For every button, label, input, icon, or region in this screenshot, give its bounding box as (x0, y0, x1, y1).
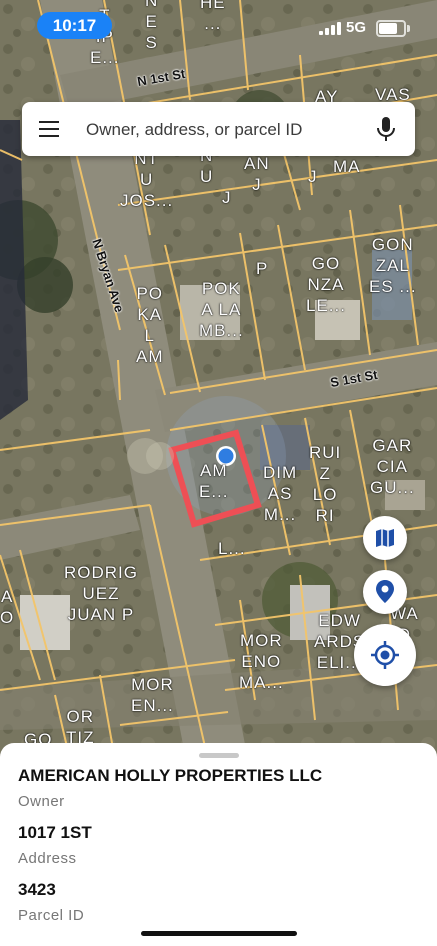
parcel-label[interactable]: DIM AS M... (263, 462, 297, 525)
parcel-label[interactable]: MA (333, 156, 361, 177)
my-location-icon (371, 641, 399, 669)
map-layers-icon (376, 529, 394, 547)
menu-icon[interactable] (39, 121, 59, 137)
owner-value: AMERICAN HOLLY PROPERTIES LLC (18, 766, 323, 785)
microphone-icon[interactable] (374, 116, 398, 142)
parcel-label[interactable]: GO NZA LE... (306, 253, 346, 316)
parcel-label[interactable]: A O (0, 586, 14, 628)
home-indicator[interactable] (141, 931, 297, 936)
parcel-id-value: 3423 (18, 880, 56, 899)
parcel-label[interactable]: RODRIG UEZ JUAN P (64, 562, 138, 625)
selected-parcel-label[interactable]: AM E... (199, 460, 229, 502)
search-input[interactable] (84, 114, 368, 146)
parcel-label[interactable]: L... (218, 538, 246, 559)
battery-icon (376, 20, 410, 37)
map-layers-button[interactable] (363, 516, 407, 560)
status-bar: 10:17 5G (0, 0, 437, 48)
owner-label: Owner (18, 793, 65, 810)
parcel-label[interactable]: J (308, 166, 318, 187)
cellular-signal-icon (319, 22, 341, 35)
parcel-label[interactable]: OR TIZ (66, 706, 95, 748)
parcel-label[interactable]: MOR EN... (131, 674, 174, 716)
parcel-label[interactable]: MOR ENO MA... (239, 630, 284, 693)
parcel-label[interactable]: GAR CIA GU... (370, 435, 415, 498)
parcel-label[interactable]: J (222, 166, 232, 208)
parcel-label[interactable]: RUI Z LO RI (309, 442, 341, 526)
sheet-drag-handle[interactable] (199, 753, 239, 758)
parcel-label[interactable]: PO KA L AM (136, 283, 164, 367)
parcel-label[interactable]: P (256, 258, 268, 279)
parcel-label[interactable]: GON ZAL ES ... (369, 234, 417, 297)
search-bar (22, 102, 415, 156)
parcel-label[interactable]: POK A LA MB... (199, 278, 244, 341)
parcel-details-sheet[interactable]: AMERICAN HOLLY PROPERTIES LLC Owner 1017… (0, 743, 437, 946)
status-time[interactable]: 10:17 (37, 12, 112, 39)
pin-button[interactable] (363, 570, 407, 614)
pin-icon (376, 580, 394, 603)
parcel-id-label: Parcel ID (18, 907, 85, 924)
address-value: 1017 1ST (18, 823, 92, 842)
network-type: 5G (346, 19, 367, 36)
parcel-label[interactable]: AN J (244, 153, 270, 195)
address-label: Address (18, 850, 77, 867)
my-location-button[interactable] (354, 624, 416, 686)
